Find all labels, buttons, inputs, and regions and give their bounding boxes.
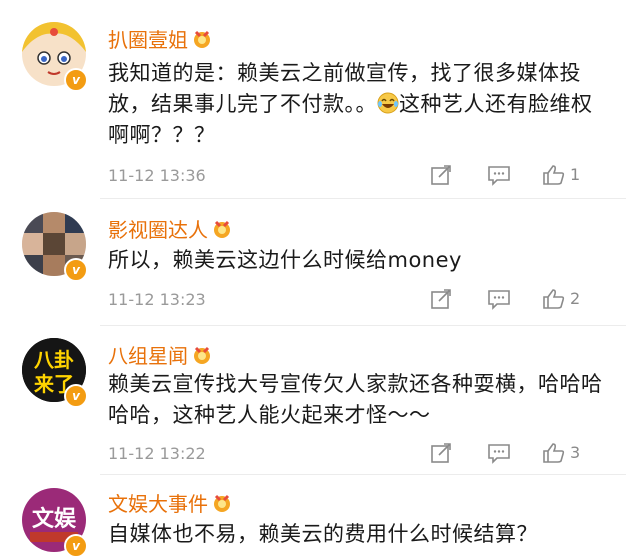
username[interactable]: 扒圈壹姐: [108, 24, 212, 53]
comment-text: 所以，赖美云这边什么时候给money: [108, 248, 462, 272]
comment-icon[interactable]: [487, 442, 511, 464]
comment-text: 我知道的是：赖美云之前做宣传，找了很多媒体投放，结果事儿完了不付款。。 这种艺人还…: [108, 61, 593, 147]
like-icon[interactable]: [542, 288, 566, 310]
medal-icon: [214, 494, 230, 512]
verified-badge-icon: v: [64, 68, 88, 92]
share-icon[interactable]: [430, 442, 452, 464]
like-icon[interactable]: [542, 442, 566, 464]
timestamp: 11-12 13:36: [108, 166, 206, 185]
avatar-text: 文娱: [32, 506, 77, 532]
medal-icon: [194, 30, 210, 48]
timestamp: 11-12 13:22: [108, 444, 206, 463]
share-icon[interactable]: [430, 288, 452, 310]
comment-text: 自媒体也不易，赖美云的费用什么时候结算？: [108, 522, 538, 546]
action-bar: 3: [430, 442, 630, 466]
verified-badge-icon: v: [64, 384, 88, 408]
like-count: 1: [570, 165, 581, 184]
action-bar: 1: [430, 164, 630, 188]
verified-badge-icon: v: [64, 258, 88, 282]
action-bar: 2: [430, 288, 630, 312]
comment-text: 赖美云宣传找大号宣传欠人家款还各种耍横，哈哈哈哈哈，这种艺人能火起来才怪～～: [108, 372, 603, 427]
username[interactable]: 文娱大事件: [108, 488, 232, 517]
like-count: 3: [570, 443, 581, 462]
username[interactable]: 八组星闻: [108, 340, 212, 369]
avatar-text-top: 八卦: [34, 348, 74, 372]
comment-icon[interactable]: [487, 288, 511, 310]
medal-icon: [194, 346, 210, 364]
comment-item: v 影视圈达人 所以，赖美云这边什么时候给money 11-12 13:23 2: [0, 200, 640, 325]
laughing-tears-emoji-icon: [377, 92, 399, 114]
comment-icon[interactable]: [487, 164, 511, 186]
like-icon[interactable]: [542, 164, 566, 186]
divider: [100, 198, 626, 199]
comment-item: v 扒圈壹姐 我知道的是：赖美云之前做宣传，找了很多媒体投放，结果事儿完了不付款…: [0, 0, 640, 200]
like-count: 2: [570, 289, 581, 308]
comment-item: 八卦 来了 v 八组星闻 赖美云宣传找大号宣传欠人家款还各种耍横，哈哈哈哈哈，这…: [0, 326, 640, 476]
divider: [100, 474, 626, 475]
verified-badge-icon: v: [64, 534, 88, 558]
username[interactable]: 影视圈达人: [108, 214, 232, 243]
comment-item: 文娱 v 文娱大事件 自媒体也不易，赖美云的费用什么时候结算？: [0, 476, 640, 558]
timestamp: 11-12 13:23: [108, 290, 206, 309]
share-icon[interactable]: [430, 164, 452, 186]
medal-icon: [214, 220, 230, 238]
